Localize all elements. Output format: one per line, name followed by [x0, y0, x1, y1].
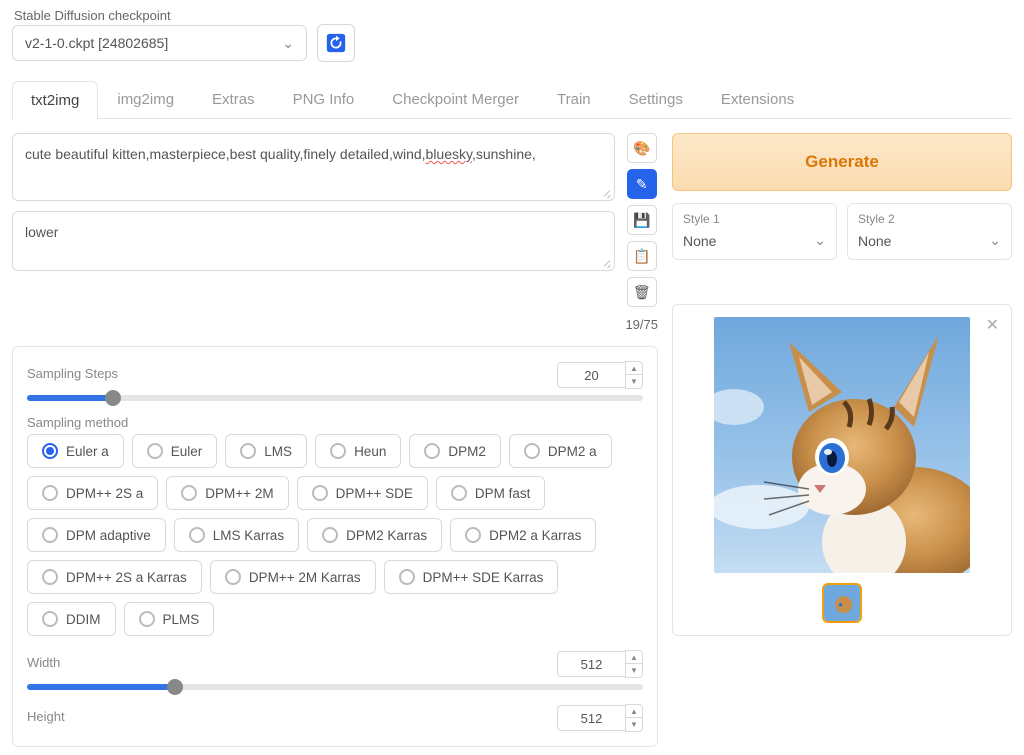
height-number[interactable]: ▲▼ [557, 704, 643, 732]
tab-train[interactable]: Train [538, 80, 610, 118]
sampling-method-label: Sampling method [27, 415, 643, 430]
output-thumbnail[interactable] [822, 583, 862, 623]
width-label: Width [27, 655, 60, 670]
sampler-dpm-2s-a[interactable]: DPM++ 2S a [27, 476, 158, 510]
height-input[interactable] [557, 705, 625, 731]
sampler-dpm2-a-karras[interactable]: DPM2 a Karras [450, 518, 596, 552]
radio-circle-icon [322, 527, 338, 543]
chevron-down-icon: ⌄ [989, 232, 1001, 249]
tab-settings[interactable]: Settings [610, 80, 702, 118]
radio-circle-icon [42, 485, 58, 501]
clipboard-button[interactable]: 📋 [627, 241, 657, 271]
resize-handle-icon[interactable] [600, 186, 612, 198]
radio-circle-icon [42, 611, 58, 627]
radio-circle-icon [524, 443, 540, 459]
radio-circle-icon [42, 569, 58, 585]
tab-img2img[interactable]: img2img [98, 80, 193, 118]
checkpoint-select[interactable]: v2-1-0.ckpt [24802685] ⌄ [12, 25, 307, 61]
radio-circle-icon [189, 527, 205, 543]
negative-prompt-input[interactable]: lower [12, 211, 615, 271]
style-1-select[interactable]: Style 1None⌄ [672, 203, 837, 260]
main-tabs: txt2imgimg2imgExtrasPNG InfoCheckpoint M… [12, 80, 1012, 119]
tab-txt2img[interactable]: txt2img [12, 81, 98, 119]
chevron-down-icon: ⌄ [282, 35, 294, 52]
radio-circle-icon [181, 485, 197, 501]
clipboard-icon: 📋 [633, 248, 650, 265]
edit-icon: ✎ [636, 176, 648, 193]
sampler-dpm2[interactable]: DPM2 [409, 434, 501, 468]
width-number[interactable]: ▲▼ [557, 650, 643, 678]
refresh-icon [325, 32, 347, 54]
radio-circle-icon [42, 443, 58, 459]
generate-button[interactable]: Generate [672, 133, 1012, 191]
sampling-steps-label: Sampling Steps [27, 366, 118, 381]
tab-png-info[interactable]: PNG Info [274, 80, 374, 118]
step-down-icon[interactable]: ▼ [626, 718, 642, 731]
edit-button[interactable]: ✎ [627, 169, 657, 199]
sampler-dpm2-a[interactable]: DPM2 a [509, 434, 612, 468]
sampler-lms-karras[interactable]: LMS Karras [174, 518, 299, 552]
style-2-select[interactable]: Style 2None⌄ [847, 203, 1012, 260]
palette-button[interactable]: 🎨 [627, 133, 657, 163]
chevron-down-icon: ⌄ [814, 232, 826, 249]
sampler-dpm-adaptive[interactable]: DPM adaptive [27, 518, 166, 552]
prompt-input[interactable]: cute beautiful kitten,masterpiece,best q… [12, 133, 615, 201]
tab-extras[interactable]: Extras [193, 80, 274, 118]
radio-circle-icon [139, 611, 155, 627]
sampling-steps-slider[interactable] [27, 395, 643, 401]
sampler-dpm-2s-a-karras[interactable]: DPM++ 2S a Karras [27, 560, 202, 594]
step-up-icon[interactable]: ▲ [626, 362, 642, 375]
close-preview-button[interactable]: ✕ [986, 315, 999, 335]
sampler-ddim[interactable]: DDIM [27, 602, 116, 636]
sampler-plms[interactable]: PLMS [124, 602, 215, 636]
height-label: Height [27, 709, 65, 724]
trash-icon: 🗑 [633, 284, 651, 301]
radio-circle-icon [424, 443, 440, 459]
step-up-icon[interactable]: ▲ [626, 651, 642, 664]
sampler-dpm-sde-karras[interactable]: DPM++ SDE Karras [384, 560, 559, 594]
checkpoint-label: Stable Diffusion checkpoint [12, 8, 307, 23]
save-icon: 💾 [633, 212, 650, 229]
radio-circle-icon [451, 485, 467, 501]
radio-circle-icon [42, 527, 58, 543]
sampler-euler[interactable]: Euler [132, 434, 218, 468]
step-up-icon[interactable]: ▲ [626, 705, 642, 718]
step-down-icon[interactable]: ▼ [626, 664, 642, 677]
resize-handle-icon[interactable] [600, 256, 612, 268]
sampler-dpm2-karras[interactable]: DPM2 Karras [307, 518, 442, 552]
refresh-checkpoint-button[interactable] [317, 24, 355, 62]
width-slider[interactable] [27, 684, 643, 690]
radio-circle-icon [147, 443, 163, 459]
sampler-dpm-fast[interactable]: DPM fast [436, 476, 546, 510]
radio-circle-icon [312, 485, 328, 501]
radio-circle-icon [330, 443, 346, 459]
trash-button[interactable]: 🗑 [627, 277, 657, 307]
save-button[interactable]: 💾 [627, 205, 657, 235]
radio-circle-icon [225, 569, 241, 585]
sampler-euler-a[interactable]: Euler a [27, 434, 124, 468]
output-image[interactable] [714, 317, 970, 573]
step-down-icon[interactable]: ▼ [626, 375, 642, 388]
tab-extensions[interactable]: Extensions [702, 80, 813, 118]
tab-checkpoint-merger[interactable]: Checkpoint Merger [373, 80, 538, 118]
sampling-steps-number[interactable]: ▲▼ [557, 361, 643, 389]
sampler-lms[interactable]: LMS [225, 434, 307, 468]
radio-circle-icon [240, 443, 256, 459]
token-count: 19/75 [625, 317, 658, 332]
sampler-heun[interactable]: Heun [315, 434, 401, 468]
sampling-steps-input[interactable] [557, 362, 625, 388]
sampler-dpm-2m[interactable]: DPM++ 2M [166, 476, 288, 510]
sampler-dpm-2m-karras[interactable]: DPM++ 2M Karras [210, 560, 376, 594]
sampler-dpm-sde[interactable]: DPM++ SDE [297, 476, 428, 510]
width-input[interactable] [557, 651, 625, 677]
checkpoint-value: v2-1-0.ckpt [24802685] [25, 35, 168, 51]
palette-icon: 🎨 [633, 140, 650, 157]
radio-circle-icon [399, 569, 415, 585]
radio-circle-icon [465, 527, 481, 543]
